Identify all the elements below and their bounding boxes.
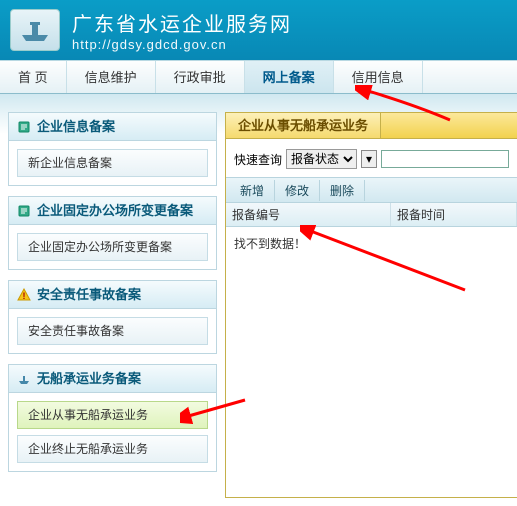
sidebar-panel: !安全责任事故备案安全责任事故备案 [8, 280, 217, 354]
grid-col-id[interactable]: 报备编号 [226, 203, 391, 226]
nav-item[interactable]: 行政审批 [156, 61, 245, 93]
nav-item[interactable]: 网上备案 [245, 61, 334, 93]
panel-body: 安全责任事故备案 [9, 309, 216, 353]
note-icon [17, 120, 31, 134]
sidebar-panel: 企业信息备案新企业信息备案 [8, 112, 217, 186]
warning-icon: ! [17, 288, 31, 302]
panel-header[interactable]: 无船承运业务备案 [9, 365, 216, 393]
panel-body: 新企业信息备案 [9, 141, 216, 185]
sidebar-panel: 企业固定办公场所变更备案企业固定办公场所变更备案 [8, 196, 217, 270]
site-header: 广东省水运企业服务网 http://gdsy.gdcd.gov.cn [0, 0, 517, 60]
logo-icon [10, 9, 60, 51]
site-url: http://gdsy.gdcd.gov.cn [72, 37, 292, 52]
panel-title: 安全责任事故备案 [37, 281, 141, 309]
site-title: 广东省水运企业服务网 [72, 8, 292, 37]
nav-item[interactable]: 信用信息 [334, 61, 423, 93]
panel-body: 企业固定办公场所变更备案 [9, 225, 216, 269]
sidebar-item[interactable]: 安全责任事故备案 [17, 317, 208, 345]
sidebar-item[interactable]: 企业终止无船承运业务 [17, 435, 208, 463]
svg-text:!: ! [23, 291, 26, 301]
panel-title: 企业固定办公场所变更备案 [37, 197, 193, 225]
dropdown-icon[interactable]: ▾ [361, 150, 377, 168]
main-area: 企业从事无船承运业务 快速查询 报备状态 ▾ 新增 修改 删除 报备编号 报备时… [225, 94, 517, 506]
panel-header[interactable]: 企业固定办公场所变更备案 [9, 197, 216, 225]
panel-title: 无船承运业务备案 [37, 365, 141, 393]
nav-item[interactable]: 首 页 [0, 61, 67, 93]
sidebar-panel: 无船承运业务备案企业从事无船承运业务企业终止无船承运业务 [8, 364, 217, 472]
sidebar-item[interactable]: 企业固定办公场所变更备案 [17, 233, 208, 261]
filter-input[interactable] [381, 150, 509, 168]
panel-header[interactable]: 企业信息备案 [9, 113, 216, 141]
grid-empty-text: 找不到数据！ [226, 227, 517, 260]
sidebar-item[interactable]: 企业从事无船承运业务 [17, 401, 208, 429]
sidebar-item[interactable]: 新企业信息备案 [17, 149, 208, 177]
tab-strip: 企业从事无船承运业务 [226, 113, 517, 139]
note-icon [17, 204, 31, 218]
filter-select[interactable]: 报备状态 [286, 149, 357, 169]
tab-active[interactable]: 企业从事无船承运业务 [226, 113, 381, 138]
ship-icon [17, 372, 31, 386]
filter-row: 快速查询 报备状态 ▾ [226, 139, 517, 177]
delete-button[interactable]: 删除 [320, 180, 365, 201]
sidebar: 企业信息备案新企业信息备案企业固定办公场所变更备案企业固定办公场所变更备案!安全… [0, 94, 225, 506]
panel-title: 企业信息备案 [37, 113, 115, 141]
panel-header[interactable]: ! 安全责任事故备案 [9, 281, 216, 309]
toolbar: 新增 修改 删除 [226, 177, 517, 203]
nav-item[interactable]: 信息维护 [67, 61, 156, 93]
filter-label: 快速查询 [234, 151, 282, 168]
main-nav: 首 页信息维护行政审批网上备案信用信息 [0, 60, 517, 94]
grid-header: 报备编号 报备时间 [226, 203, 517, 227]
add-button[interactable]: 新增 [230, 180, 275, 201]
grid-col-time[interactable]: 报备时间 [391, 203, 517, 226]
panel-body: 企业从事无船承运业务企业终止无船承运业务 [9, 393, 216, 471]
edit-button[interactable]: 修改 [275, 180, 320, 201]
